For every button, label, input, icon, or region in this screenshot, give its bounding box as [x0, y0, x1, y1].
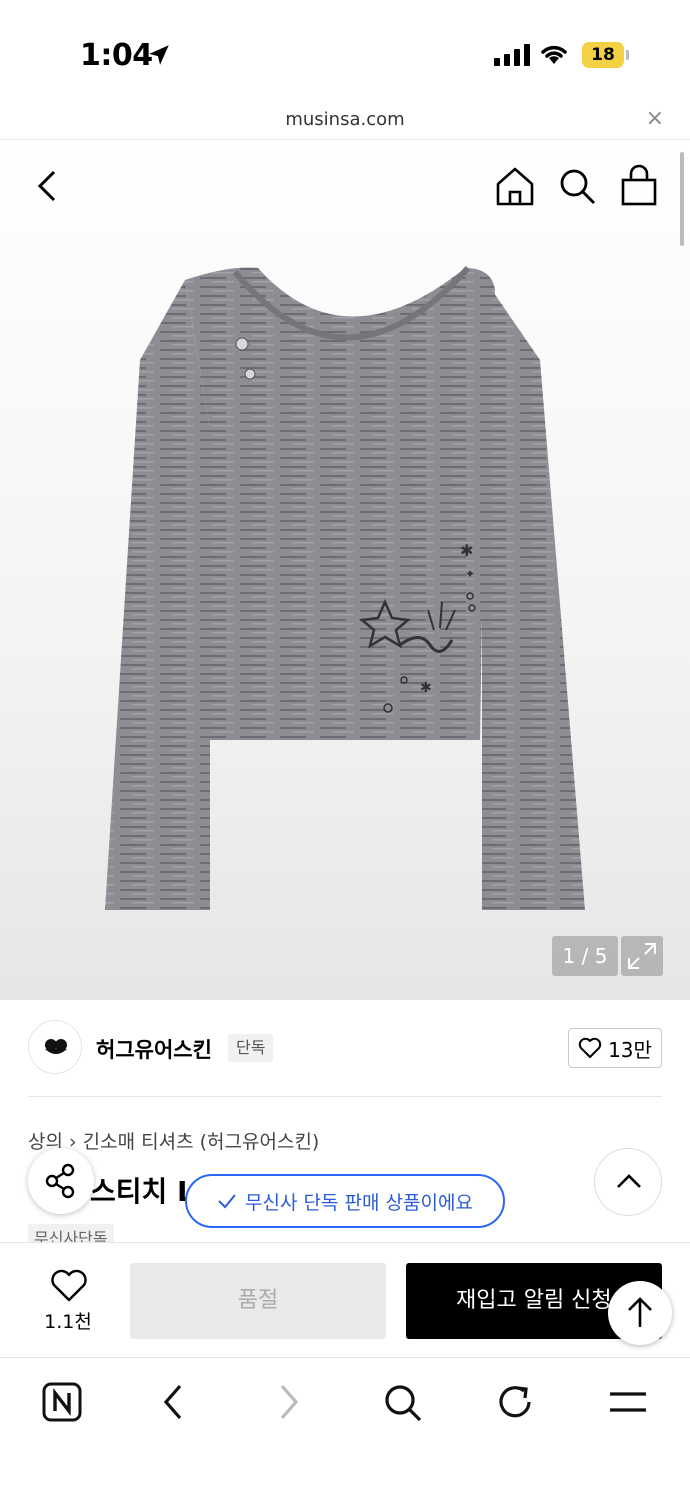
- divider: [28, 1096, 662, 1097]
- soldout-button: 품절: [130, 1263, 386, 1339]
- battery-level: 18: [582, 42, 624, 68]
- url-text[interactable]: musinsa.com: [0, 109, 690, 130]
- brand-logo[interactable]: [28, 1020, 82, 1074]
- refresh-icon[interactable]: [493, 1380, 537, 1424]
- product-image[interactable]: ✱ ✦ ✱: [0, 140, 690, 1000]
- status-bar: 1:04 18: [0, 0, 690, 100]
- forward-icon: [280, 1384, 299, 1420]
- battery-indicator: 18: [582, 42, 629, 68]
- heart-icon: [578, 1037, 602, 1058]
- heart-icon[interactable]: [50, 1269, 88, 1303]
- cellular-signal-icon: [494, 44, 530, 66]
- close-icon[interactable]: ×: [646, 106, 664, 131]
- menu-icon[interactable]: [606, 1380, 650, 1424]
- checkmark-icon: [218, 1194, 236, 1209]
- search-icon[interactable]: [380, 1380, 424, 1424]
- scroll-top-button[interactable]: [608, 1281, 672, 1345]
- wifi-icon: [541, 45, 567, 64]
- svg-text:✦: ✦: [465, 567, 475, 581]
- status-time: 1:04: [80, 38, 153, 73]
- toast-text: 무신사 단독 판매 상품이에요: [245, 1191, 473, 1214]
- share-icon: [45, 1163, 75, 1199]
- share-button[interactable]: [28, 1148, 94, 1214]
- product-title: 스티치 L: [90, 1175, 195, 1208]
- svg-text:✱: ✱: [420, 680, 432, 696]
- chevron-up-icon: [617, 1174, 641, 1188]
- image-counter: 1 / 5: [552, 936, 618, 976]
- arrow-up-icon: [628, 1297, 652, 1327]
- exclusive-toast: 무신사 단독 판매 상품이에요: [185, 1174, 505, 1228]
- battery-tip: [626, 50, 629, 60]
- location-arrow-icon: [149, 45, 169, 65]
- back-icon[interactable]: [152, 1380, 196, 1424]
- brand-logo-icon: [45, 1039, 67, 1054]
- brand-tag: 단독: [228, 1034, 274, 1062]
- brand-name[interactable]: 허그유어스킨: [96, 1034, 212, 1064]
- url-bar[interactable]: musinsa.com ×: [0, 100, 690, 140]
- brand-like-count: 13만: [608, 1037, 652, 1062]
- wishlist-count: 1.1천: [44, 1311, 92, 1333]
- breadcrumb-subcategory[interactable]: 긴소매 티셔츠 (허그유어스킨): [83, 1131, 320, 1153]
- svg-text:✱: ✱: [460, 541, 473, 560]
- product-gallery[interactable]: ✱ ✦ ✱ 1 / 5: [0, 140, 690, 1000]
- brand-like-button[interactable]: 13만: [568, 1028, 662, 1068]
- purchase-bar: 1.1천 품절 재입고 알림 신청: [0, 1242, 690, 1358]
- naver-home-icon[interactable]: [40, 1380, 84, 1424]
- browser-toolbar: [0, 1358, 690, 1500]
- expand-icon[interactable]: [621, 936, 663, 976]
- collapse-button[interactable]: [594, 1148, 662, 1216]
